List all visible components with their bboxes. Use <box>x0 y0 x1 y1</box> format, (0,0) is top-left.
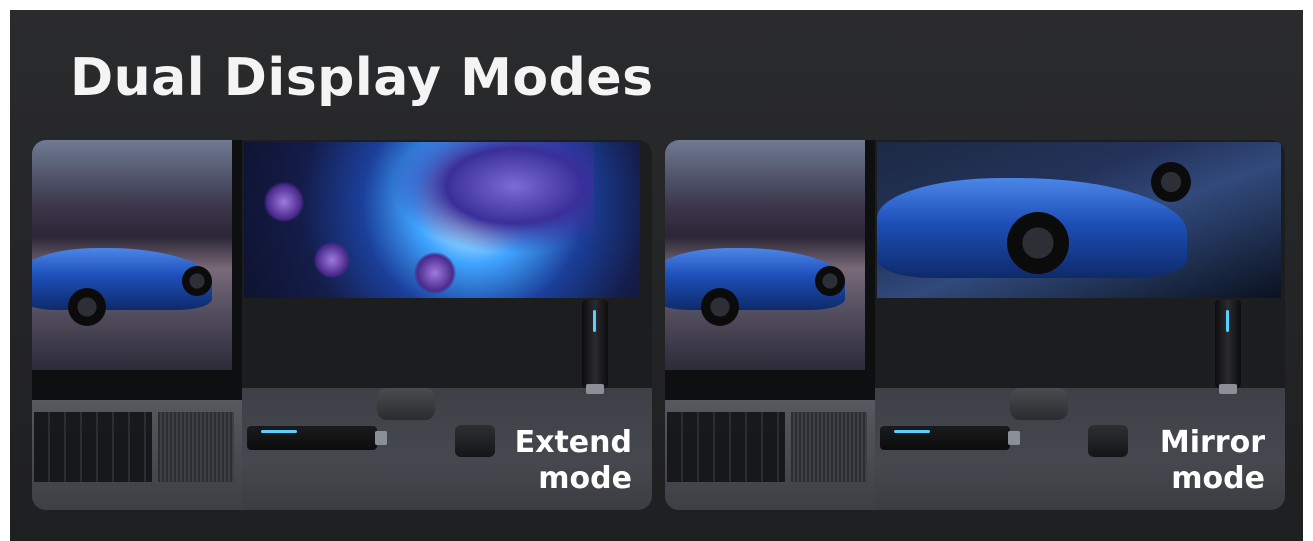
laptop-screen-image <box>665 140 865 370</box>
car-wheel <box>701 288 739 326</box>
speaker-grille <box>791 412 867 482</box>
adapter-gray <box>1010 388 1068 420</box>
adapter-black <box>455 425 495 457</box>
laptop <box>32 140 242 510</box>
promo-banner: Dual Display Modes Extend mode Mirror mo… <box>10 10 1303 541</box>
extend-mode-label: Extend mode <box>515 425 632 497</box>
external-monitor-car-image <box>877 142 1281 298</box>
keyboard <box>34 412 152 482</box>
usb-hub <box>1215 300 1241 394</box>
game-hero <box>394 142 594 252</box>
mode-label-line1: Mirror <box>1159 425 1265 460</box>
car-wheel <box>815 266 845 296</box>
dongle-connector <box>1008 431 1020 445</box>
page-title: Dual Display Modes <box>70 48 654 108</box>
hub-connector <box>586 384 604 394</box>
dongle-indicator-light <box>261 430 297 433</box>
car-wheel <box>1151 162 1191 202</box>
external-monitor-game-image <box>244 142 640 298</box>
hub-indicator-light <box>1226 310 1229 332</box>
mirror-mode-panel: Mirror mode <box>665 140 1285 510</box>
laptop-screen-image <box>32 140 232 370</box>
hub-connector <box>1219 384 1237 394</box>
dongle-connector <box>375 431 387 445</box>
game-orb <box>264 182 304 222</box>
adapter-black <box>1088 425 1128 457</box>
car-wheel <box>1007 212 1069 274</box>
adapter-gray <box>377 388 435 420</box>
car-wheel <box>182 266 212 296</box>
game-orb <box>414 252 456 294</box>
laptop <box>665 140 875 510</box>
speaker-grille <box>158 412 234 482</box>
car-wheel <box>68 288 106 326</box>
usb-hub <box>582 300 608 394</box>
usb-dongle <box>880 426 1020 450</box>
dongle-indicator-light <box>894 430 930 433</box>
mirror-mode-label: Mirror mode <box>1160 425 1265 497</box>
mode-label-line2: mode <box>1171 461 1265 496</box>
keyboard <box>667 412 785 482</box>
mode-label-line2: mode <box>538 461 632 496</box>
mode-label-line1: Extend <box>514 425 632 460</box>
usb-dongle <box>247 426 387 450</box>
game-orb <box>314 242 350 278</box>
extend-mode-panel: Extend mode <box>32 140 652 510</box>
hub-indicator-light <box>593 310 596 332</box>
